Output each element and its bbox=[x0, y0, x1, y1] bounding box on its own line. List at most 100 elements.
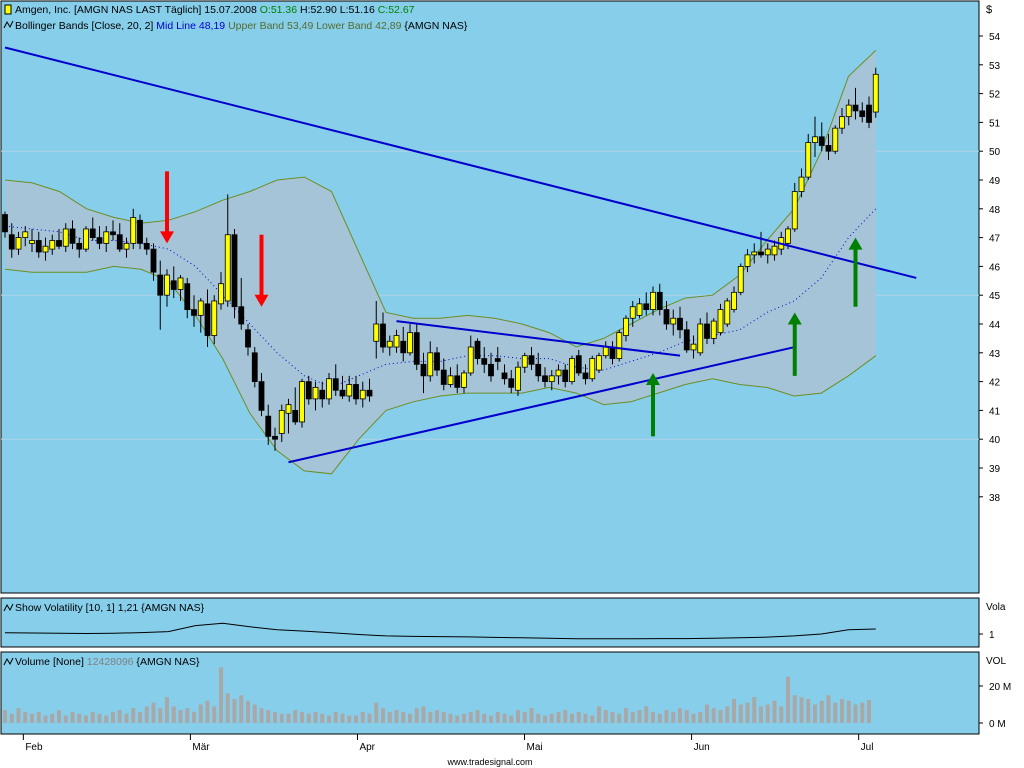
candle-body bbox=[771, 245, 778, 256]
volume-bar bbox=[563, 710, 568, 723]
volume-bar bbox=[860, 702, 865, 723]
volume-bar bbox=[50, 713, 55, 723]
candle-body bbox=[555, 369, 562, 377]
volume-bar bbox=[441, 711, 446, 723]
candle-body bbox=[724, 300, 731, 325]
volume-bar bbox=[57, 710, 61, 723]
candle-body bbox=[791, 191, 798, 230]
candle-body bbox=[2, 214, 8, 233]
volume-bar bbox=[279, 713, 284, 723]
candle-body bbox=[339, 389, 346, 397]
volume-bar bbox=[347, 715, 352, 723]
price-tick-label-40: 40 bbox=[989, 435, 1001, 446]
volume-bar bbox=[327, 715, 331, 723]
price-tick-label-44: 44 bbox=[989, 320, 1001, 331]
legend-close: C:52.67 bbox=[378, 4, 415, 16]
volume-bar bbox=[718, 710, 723, 723]
volume-bar bbox=[266, 710, 271, 723]
volume-bar bbox=[489, 715, 493, 723]
volume-bar bbox=[853, 704, 858, 723]
volume-bar bbox=[617, 713, 622, 723]
volume-bar bbox=[144, 706, 149, 723]
candle-body bbox=[393, 335, 400, 348]
candle-body bbox=[582, 372, 589, 380]
volume-bar bbox=[178, 710, 183, 723]
volume-bar bbox=[225, 693, 230, 723]
candle-body bbox=[710, 320, 717, 339]
volume-bar bbox=[819, 700, 824, 723]
volume-bar bbox=[219, 667, 223, 723]
volume-bar bbox=[246, 700, 250, 723]
volume-bar bbox=[597, 706, 601, 723]
candle-body bbox=[204, 303, 211, 336]
volume-bar bbox=[455, 715, 460, 723]
volume-bar bbox=[786, 676, 790, 723]
volume-bar bbox=[833, 702, 838, 723]
candle-body bbox=[69, 228, 76, 244]
candle-body bbox=[76, 242, 83, 250]
legend-bb-mid: Mid Line 48,19 bbox=[156, 20, 225, 32]
candle-body bbox=[690, 343, 697, 351]
candle-body bbox=[683, 329, 690, 351]
candle-body bbox=[83, 228, 89, 250]
price-tick-label-43: 43 bbox=[989, 349, 1001, 360]
price-tick-label-47: 47 bbox=[989, 234, 1001, 245]
vol-tick-20m-label: 20 M bbox=[989, 682, 1011, 693]
legend-bb-suffix: {AMGN NAS} bbox=[401, 20, 467, 32]
candle-body bbox=[785, 228, 791, 244]
price-legend: Amgen, Inc. [AMGN NAS LAST Täglich] 15.0… bbox=[4, 4, 415, 16]
candle-body bbox=[434, 352, 440, 371]
volume-bar bbox=[435, 710, 439, 723]
volume-bar bbox=[738, 704, 743, 723]
vol-axis-label: VOL bbox=[986, 656, 1006, 667]
candle-body bbox=[609, 346, 616, 359]
candle-body bbox=[798, 176, 805, 192]
volume-bar bbox=[624, 708, 628, 723]
candle-body bbox=[130, 217, 137, 244]
volume-bar bbox=[192, 711, 196, 723]
candle-body bbox=[96, 237, 103, 244]
candle-body bbox=[224, 234, 231, 302]
volume-bar bbox=[462, 713, 466, 723]
candle-body bbox=[380, 323, 386, 348]
candle-body bbox=[481, 358, 488, 365]
candle-body bbox=[346, 384, 353, 397]
candle-body bbox=[326, 378, 332, 400]
volume-bar bbox=[273, 711, 277, 723]
candle-body bbox=[474, 340, 481, 359]
price-tick-label-45: 45 bbox=[989, 291, 1001, 302]
volume-bar bbox=[306, 713, 311, 723]
time-axis: Feb Mär Apr Mai Jun Jul bbox=[22, 734, 873, 753]
candle-body bbox=[704, 323, 710, 339]
candle-body bbox=[744, 254, 751, 267]
candle-body bbox=[251, 352, 258, 382]
candle-body bbox=[56, 240, 62, 247]
candle-body bbox=[859, 110, 866, 118]
candle-body bbox=[22, 231, 29, 238]
vola-tick-label: 1 bbox=[989, 630, 995, 641]
volume-bar bbox=[610, 711, 615, 723]
volume-bar bbox=[90, 711, 95, 723]
volume-bar bbox=[212, 706, 217, 723]
volume-bar bbox=[16, 708, 21, 723]
candle-body bbox=[373, 323, 380, 342]
volume-bar bbox=[23, 711, 28, 723]
volume-bar bbox=[77, 713, 82, 723]
candle-body bbox=[440, 369, 447, 385]
month-label: Apr bbox=[359, 742, 375, 753]
volume-bar bbox=[630, 711, 635, 723]
candle-body bbox=[116, 234, 123, 250]
volume-bar bbox=[205, 700, 210, 723]
volume-bar bbox=[117, 710, 122, 723]
candle-body bbox=[143, 242, 150, 250]
volume-bar bbox=[374, 702, 379, 723]
candle-body bbox=[663, 309, 670, 325]
candle-body bbox=[643, 303, 650, 310]
candle-body bbox=[866, 104, 872, 123]
candle-body bbox=[62, 228, 69, 247]
volume-bar bbox=[70, 711, 75, 723]
candle-body bbox=[29, 240, 35, 244]
volume-bar bbox=[745, 702, 750, 723]
legend-volatility: Show Volatility [10, 1] 1,21 {AMGN NAS} bbox=[15, 602, 205, 614]
volume-bar bbox=[387, 711, 392, 723]
